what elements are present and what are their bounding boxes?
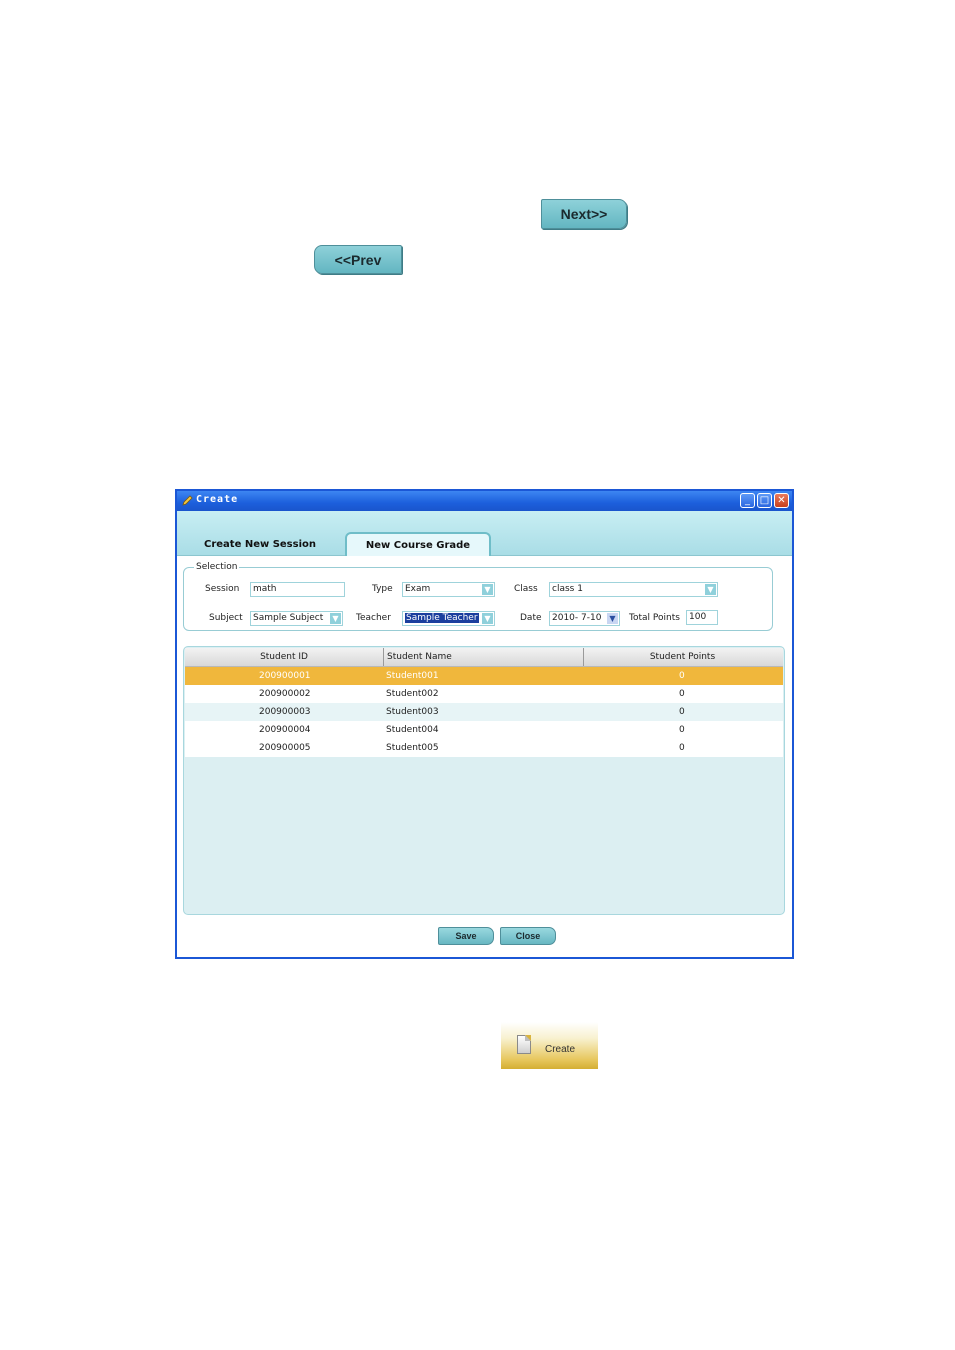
student-points-cell: 0 <box>679 689 685 699</box>
minimize-icon[interactable]: _ <box>740 493 755 508</box>
student-grid: Student ID Student Name Student Points 2… <box>183 646 785 915</box>
teacher-select[interactable]: Sample Teacher ▼ <box>402 611 495 626</box>
student-name-cell: Student005 <box>386 743 439 753</box>
session-label: Session <box>205 584 240 594</box>
student-name-cell: Student002 <box>386 689 439 699</box>
date-picker[interactable]: 2010- 7-10 ▼ <box>549 611 620 626</box>
student-id-cell: 200900004 <box>259 725 311 735</box>
chevron-down-icon[interactable]: ▼ <box>607 613 618 624</box>
table-row[interactable]: 200900005 Student005 0 <box>185 739 783 757</box>
next-button[interactable]: Next>> <box>541 199 627 229</box>
class-label: Class <box>514 584 538 594</box>
close-button[interactable]: Close <box>500 927 556 945</box>
student-points-cell: 0 <box>679 725 685 735</box>
subject-label: Subject <box>209 613 243 623</box>
chevron-down-icon[interactable]: ▼ <box>705 584 716 595</box>
date-value: 2010- 7-10 <box>552 613 602 623</box>
create-button-label: Create <box>545 1044 576 1055</box>
column-header-student-name[interactable]: Student Name <box>384 648 584 666</box>
subject-value: Sample Subject <box>253 613 324 623</box>
type-label: Type <box>372 584 393 594</box>
chevron-down-icon[interactable]: ▼ <box>330 613 341 624</box>
student-name-cell: Student003 <box>386 707 439 717</box>
tab-bar: Create New Session New Course Grade <box>177 511 792 556</box>
student-id-cell: 200900005 <box>259 743 311 753</box>
class-select[interactable]: class 1 ▼ <box>549 582 718 597</box>
class-value: class 1 <box>552 584 583 594</box>
table-row[interactable]: 200900002 Student002 0 <box>185 685 783 703</box>
student-name-cell: Student004 <box>386 725 439 735</box>
type-value: Exam <box>405 584 431 594</box>
maximize-icon[interactable]: □ <box>757 493 772 508</box>
window-title-bar[interactable]: Create _ □ ✕ <box>177 491 792 511</box>
chevron-down-icon[interactable]: ▼ <box>482 613 493 624</box>
table-row[interactable]: 200900003 Student003 0 <box>185 703 783 721</box>
save-button[interactable]: Save <box>438 927 494 945</box>
column-header-student-id[interactable]: Student ID <box>185 648 384 666</box>
student-id-cell: 200900003 <box>259 707 311 717</box>
total-points-label: Total Points <box>629 613 680 623</box>
window-title: Create <box>196 494 239 505</box>
pencil-icon <box>182 495 193 506</box>
table-row[interactable]: 200900001 Student001 0 <box>185 667 783 685</box>
student-points-cell: 0 <box>679 707 685 717</box>
date-label: Date <box>520 613 542 623</box>
tab-create-new-session[interactable]: Create New Session <box>185 533 335 555</box>
student-points-cell: 0 <box>679 671 685 681</box>
chevron-down-icon[interactable]: ▼ <box>482 584 493 595</box>
session-input[interactable]: math <box>250 582 345 597</box>
create-window: Create _ □ ✕ Create New Session New Cour… <box>175 489 794 959</box>
column-header-student-points[interactable]: Student Points <box>584 648 781 666</box>
table-row[interactable]: 200900004 Student004 0 <box>185 721 783 739</box>
tab-content: Selection Session math Type Exam ▼ Class… <box>177 556 792 957</box>
type-select[interactable]: Exam ▼ <box>402 582 495 597</box>
student-id-cell: 200900001 <box>259 671 311 681</box>
student-id-cell: 200900002 <box>259 689 311 699</box>
student-points-cell: 0 <box>679 743 685 753</box>
subject-select[interactable]: Sample Subject ▼ <box>250 611 343 626</box>
close-icon[interactable]: ✕ <box>774 493 789 508</box>
selection-group: Selection Session math Type Exam ▼ Class… <box>183 562 773 631</box>
document-icon <box>517 1035 531 1054</box>
create-button[interactable]: Create <box>501 1022 598 1069</box>
total-points-input[interactable]: 100 <box>686 610 718 625</box>
student-name-cell: Student001 <box>386 671 439 681</box>
teacher-value: Sample Teacher <box>405 613 479 623</box>
tab-new-course-grade[interactable]: New Course Grade <box>345 532 491 556</box>
prev-button[interactable]: <<Prev <box>314 245 402 274</box>
grid-header: Student ID Student Name Student Points <box>185 648 783 667</box>
selection-legend: Selection <box>196 562 238 572</box>
teacher-label: Teacher <box>356 613 391 623</box>
